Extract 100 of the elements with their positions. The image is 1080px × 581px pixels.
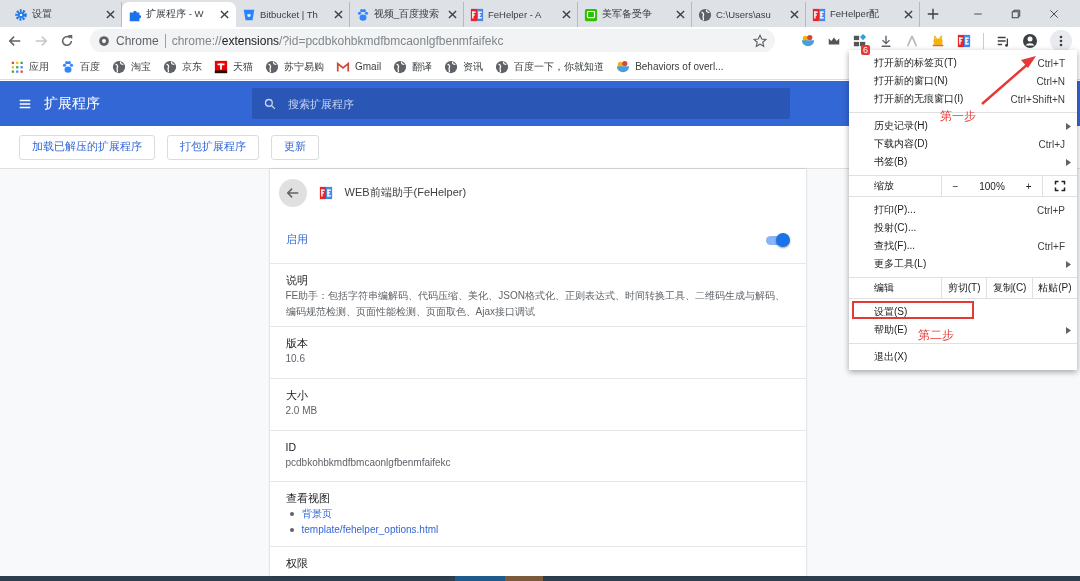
- action-button[interactable]: 更新: [271, 134, 319, 160]
- bookmark-item[interactable]: 天猫: [233, 59, 253, 74]
- action-button[interactable]: 加载已解压的扩展程序: [19, 134, 155, 160]
- section-value: FE助手：包括字符串编解码、代码压缩、美化、JSON格式化、正则表达式、时间转换工具、二维码生成与解码、编码规范检测、页面性能检测、页面取色、Ajax接口调试: [285, 289, 786, 319]
- globe-icon: [265, 59, 279, 74]
- globe-icon: [393, 59, 408, 74]
- bowl-icon: [801, 33, 815, 48]
- close-icon[interactable]: [790, 10, 799, 19]
- new-tab-icon: [926, 6, 940, 21]
- app-logo-icon: [957, 33, 971, 48]
- cut-button[interactable]: 剪切(T): [942, 278, 988, 298]
- bookmark-item[interactable]: 百度: [80, 59, 100, 74]
- menu-item[interactable]: 查找(F)...: [874, 239, 916, 253]
- section-label: 大小: [285, 388, 309, 403]
- section-value: pcdbkohbkmdfbmcaonlgfbenmfaifekc: [285, 456, 452, 470]
- section-label: 说明: [285, 273, 309, 288]
- browser-tab[interactable]: FeHelper - A: [464, 2, 578, 27]
- cat-icon: [931, 33, 945, 48]
- menu-item[interactable]: 帮助(E): [874, 323, 908, 337]
- close-icon[interactable]: [106, 10, 115, 19]
- star-icon: [753, 33, 767, 48]
- back-icon: [285, 185, 300, 200]
- step-annotation: 第二步: [918, 327, 954, 344]
- section-value: 2.0 MB: [285, 404, 319, 418]
- step-annotation: 第一步: [940, 108, 976, 125]
- section-label: 版本: [285, 336, 309, 351]
- zoom-out-button[interactable]: −: [952, 180, 959, 192]
- bookmark-item[interactable]: 百度一下，你就知道: [514, 59, 605, 74]
- close-icon[interactable]: [334, 10, 343, 19]
- close-icon: [1048, 7, 1060, 20]
- reload-icon: [60, 33, 74, 48]
- bullet-icon: [289, 528, 294, 532]
- bookmark-item[interactable]: Behaviors of overl...: [635, 61, 724, 72]
- menu-item[interactable]: 下载内容(D): [874, 137, 928, 151]
- globe-icon: [698, 7, 712, 22]
- browser-tab[interactable]: FeHelper配: [806, 2, 920, 27]
- menu-item[interactable]: 设置(S): [874, 305, 908, 319]
- peak-icon: [905, 33, 919, 48]
- menu-item[interactable]: 历史记录(H): [874, 119, 928, 133]
- shortcut-label: Ctrl+F: [1037, 240, 1065, 252]
- menu-item[interactable]: 打开新的无痕窗口(I): [874, 92, 964, 106]
- url-text: chrome://extensions/?id=pcdbkohbkmdfbmcaonlgfbenmfaifekc: [171, 33, 504, 48]
- profile-icon: [1022, 32, 1038, 49]
- bowl-icon: [616, 59, 631, 74]
- browser-tab[interactable]: Bitbucket | Th: [236, 2, 350, 27]
- menu-item[interactable]: 打开新的窗口(N): [874, 74, 948, 88]
- bookmark-item[interactable]: 淘宝: [131, 59, 151, 74]
- globe-icon: [495, 59, 510, 74]
- app-logo-icon: [470, 7, 484, 22]
- fullscreen-icon: [1054, 180, 1066, 192]
- bookmark-item[interactable]: Gmail: [355, 61, 382, 72]
- bookmark-item[interactable]: 苏宁易购: [284, 59, 324, 74]
- section-label: 权限: [285, 556, 309, 571]
- view-link[interactable]: template/fehelper_options.html: [301, 522, 439, 538]
- download-icon: [879, 33, 893, 48]
- paw-icon: [61, 59, 75, 74]
- bookmark-item[interactable]: 资讯: [463, 59, 484, 74]
- action-button[interactable]: 打包扩展程序: [167, 134, 259, 160]
- bookmark-item[interactable]: 翻译: [412, 59, 433, 74]
- chrome-icon: [98, 34, 110, 47]
- browser-tab[interactable]: 扩展程序 - W: [122, 2, 236, 27]
- section-label: ID: [285, 440, 297, 455]
- menu-button[interactable]: [1050, 29, 1072, 52]
- close-icon[interactable]: [562, 10, 571, 19]
- app-logo-icon: [812, 7, 826, 22]
- bookmark-item[interactable]: 应用: [29, 59, 49, 74]
- zoom-in-button[interactable]: +: [1025, 180, 1032, 192]
- globe-icon: [112, 59, 126, 74]
- menu-item[interactable]: 投射(C)...: [874, 221, 917, 235]
- paste-button[interactable]: 粘贴(P): [1032, 278, 1077, 298]
- browser-tab[interactable]: 视频_百度搜索: [350, 2, 464, 27]
- menu-item[interactable]: 更多工具(L): [874, 257, 927, 271]
- bullet-icon: [289, 512, 294, 516]
- address-bar[interactable]: Chrome chrome://extensions/?id=pcdbkohbkmdfbmcaonlgfbenmfaifekc: [90, 29, 775, 52]
- close-icon[interactable]: [676, 10, 685, 19]
- restore-icon: [1010, 7, 1022, 20]
- search-field[interactable]: 搜索扩展程序: [252, 88, 790, 119]
- shortcut-label: Ctrl+J: [1038, 138, 1065, 150]
- browser-tab[interactable]: 美军备受争: [578, 2, 692, 27]
- view-link[interactable]: 背景页: [301, 506, 332, 522]
- browser-tab[interactable]: C:\Users\asu: [692, 2, 806, 27]
- search-icon: [264, 98, 276, 110]
- edit-label: 编辑: [849, 278, 942, 298]
- back-button[interactable]: [278, 178, 307, 207]
- menu-item[interactable]: 书签(B): [874, 155, 908, 169]
- extension-name: WEB前端助手(FeHelper): [344, 185, 467, 200]
- zoom-label: 缩放: [849, 176, 942, 196]
- menu-item[interactable]: 打印(P)...: [874, 203, 916, 217]
- bucket-icon: [242, 7, 256, 22]
- mail-icon: [336, 59, 350, 74]
- section-label: 查看视图: [285, 491, 331, 506]
- menu-item[interactable]: 打开新的标签页(T): [874, 56, 957, 70]
- close-icon[interactable]: [220, 10, 229, 19]
- more-icon: [1059, 34, 1063, 47]
- copy-button[interactable]: 复制(C): [987, 278, 1033, 298]
- close-icon[interactable]: [904, 10, 913, 19]
- bookmark-item[interactable]: 京东: [182, 59, 202, 74]
- menu-item[interactable]: 退出(X): [874, 350, 908, 364]
- paw-icon: [356, 7, 370, 22]
- close-icon[interactable]: [448, 10, 457, 19]
